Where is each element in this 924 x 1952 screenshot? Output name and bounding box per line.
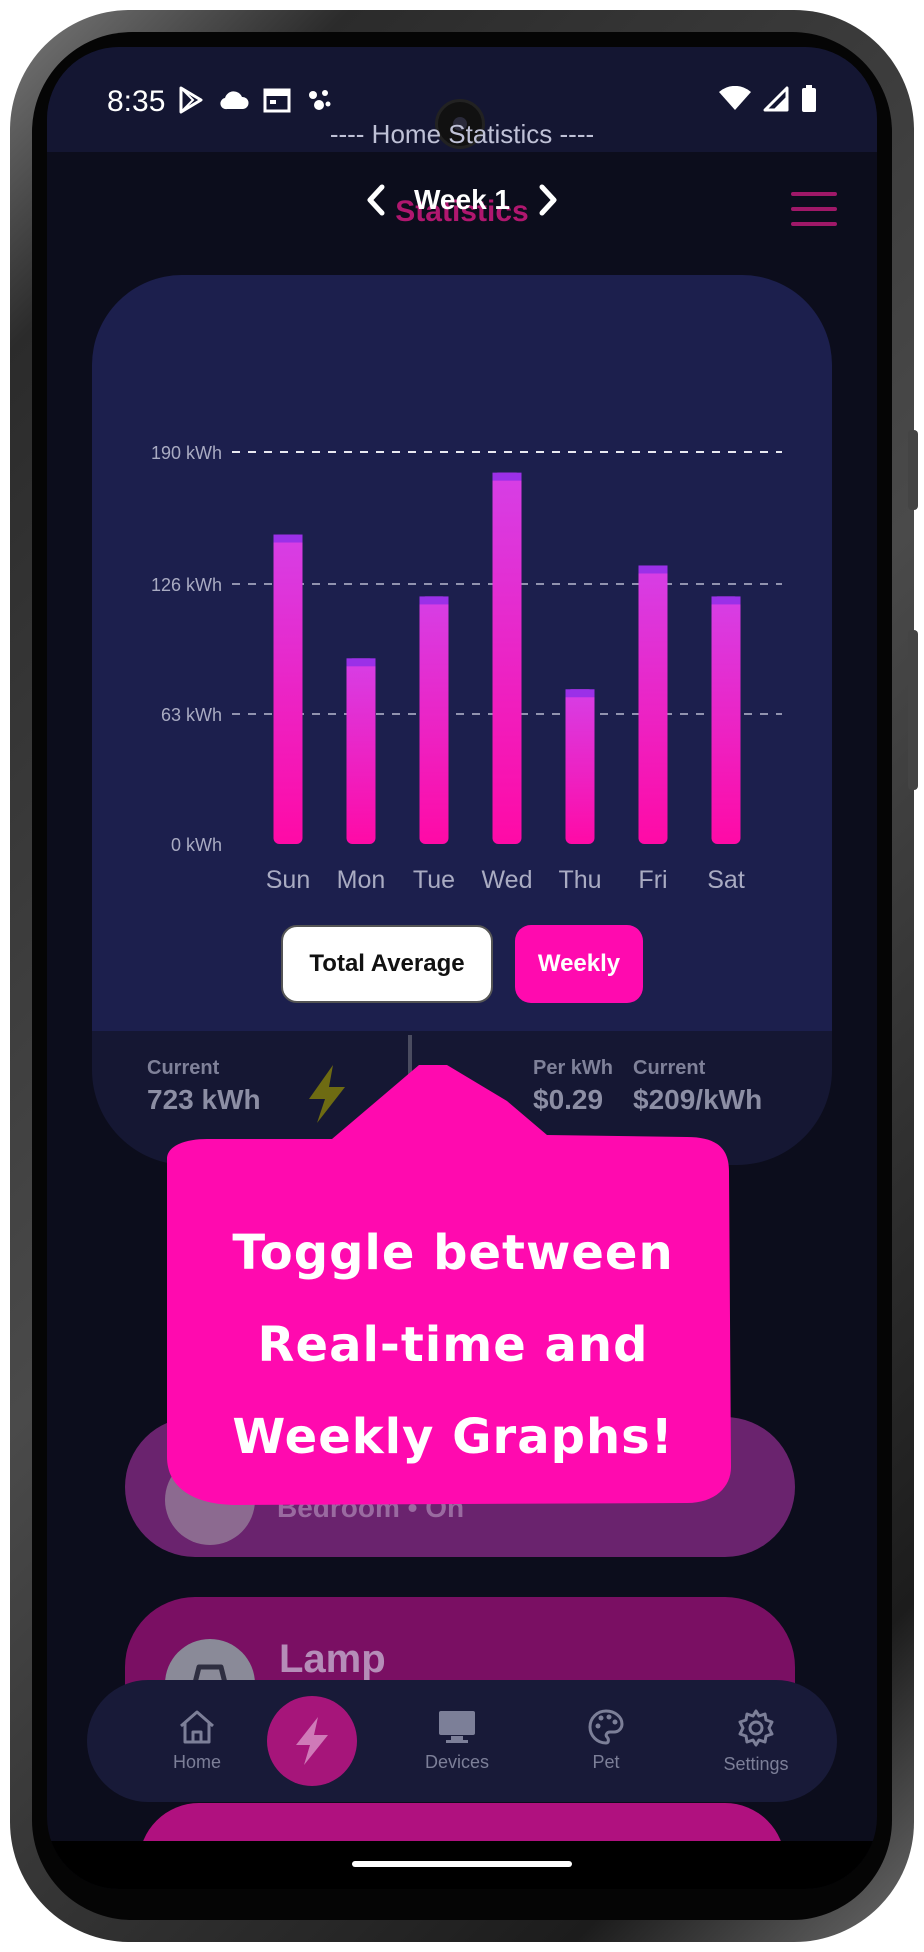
chart-bar[interactable] bbox=[492, 472, 522, 844]
volume-button bbox=[908, 630, 918, 790]
bolt-icon bbox=[309, 1065, 345, 1123]
nav-statistics[interactable] bbox=[267, 1696, 357, 1786]
chart-bar-cap bbox=[273, 534, 303, 543]
tip-text: Toggle between Real-time and Weekly Grap… bbox=[148, 1207, 758, 1483]
calendar-icon bbox=[263, 88, 291, 113]
chart-bar-cap bbox=[638, 565, 668, 574]
x-tick-label: Mon bbox=[337, 866, 386, 894]
total-average-button[interactable]: Total Average bbox=[281, 925, 493, 1003]
chart-bar[interactable] bbox=[711, 596, 741, 844]
chart-bar[interactable] bbox=[419, 596, 449, 844]
device-name: Lamp bbox=[279, 1637, 386, 1681]
current-cost-label: Current bbox=[633, 1057, 706, 1079]
chart-bar[interactable] bbox=[346, 658, 376, 844]
cloud-icon bbox=[220, 91, 249, 110]
per-kwh-stat: Per kWh $0.29 bbox=[533, 1057, 613, 1116]
home-indicator[interactable] bbox=[352, 1861, 572, 1867]
chart-bar[interactable] bbox=[565, 689, 595, 844]
battery-icon bbox=[802, 85, 816, 112]
current-usage-value: 723 kWh bbox=[147, 1084, 261, 1115]
tip-line-2: Real-time and bbox=[257, 1317, 649, 1373]
chevron-right-icon[interactable] bbox=[532, 183, 562, 217]
graph-toggle: Total Average Weekly bbox=[47, 925, 877, 1003]
nav-settings[interactable]: Settings bbox=[706, 1680, 806, 1802]
chart-bar-cap bbox=[492, 472, 522, 481]
gear-icon bbox=[738, 1709, 774, 1747]
signal-icon bbox=[763, 86, 789, 112]
y-tick-label: 0 kWh bbox=[171, 835, 222, 855]
chart-bar[interactable] bbox=[273, 534, 303, 844]
nav-pet-label: Pet bbox=[592, 1752, 620, 1772]
chart-bar-cap bbox=[419, 596, 449, 605]
nav-settings-label: Settings bbox=[723, 1754, 789, 1774]
nav-home[interactable]: Home bbox=[147, 1680, 247, 1802]
nav-devices-label: Devices bbox=[424, 1752, 490, 1772]
current-usage-label: Current bbox=[147, 1057, 220, 1079]
chevron-left-icon[interactable] bbox=[362, 183, 392, 217]
status-icons-right bbox=[719, 85, 817, 113]
tip-line-1: Toggle between bbox=[232, 1225, 674, 1281]
x-tick-label: Sun bbox=[266, 866, 310, 894]
chart-bar-cap bbox=[711, 596, 741, 605]
screen: 8:35 Statistics ---- Home Statistics ---… bbox=[47, 47, 877, 1889]
week-label: Week 1 bbox=[414, 184, 510, 215]
chart-bar[interactable] bbox=[638, 565, 668, 844]
current-usage-stat: Current 723 kWh bbox=[147, 1057, 261, 1116]
tip-line-3: Weekly Graphs! bbox=[232, 1409, 674, 1465]
status-time: 8:35 bbox=[107, 85, 166, 118]
power-button bbox=[908, 430, 918, 510]
current-cost-value: $209/kWh bbox=[633, 1084, 763, 1115]
y-tick-label: 126 kWh bbox=[151, 575, 222, 595]
current-cost-stat: Current $209/kWh bbox=[633, 1057, 762, 1116]
bolt-icon bbox=[296, 1717, 328, 1765]
y-tick-label: 190 kWh bbox=[151, 443, 222, 463]
chart-bar-cap bbox=[565, 689, 595, 698]
panel-title: ---- Home Statistics ---- bbox=[329, 119, 595, 149]
monitor-icon bbox=[439, 1711, 475, 1743]
device-subtitle: Bedroom • On bbox=[277, 1492, 465, 1523]
stats-divider bbox=[408, 1035, 412, 1141]
week-navigator: Week 1 bbox=[47, 175, 877, 225]
bottom-nav: Home Devices Pet Settings bbox=[87, 1680, 837, 1802]
y-tick-label: 63 kWh bbox=[161, 705, 222, 725]
nav-pet[interactable]: Pet bbox=[556, 1680, 656, 1802]
x-tick-label: Sat bbox=[707, 866, 745, 894]
palette-icon bbox=[588, 1709, 624, 1745]
x-tick-label: Fri bbox=[638, 866, 667, 894]
wifi-icon bbox=[719, 86, 751, 110]
x-tick-label: Tue bbox=[413, 866, 455, 894]
per-kwh-value: $0.29 bbox=[533, 1084, 604, 1115]
status-icons-left bbox=[177, 85, 333, 115]
weekly-button[interactable]: Weekly bbox=[515, 925, 643, 1003]
x-tick-label: Wed bbox=[482, 866, 533, 894]
nav-home-label: Home bbox=[172, 1752, 221, 1772]
assistant-dots-icon bbox=[309, 90, 331, 110]
home-icon bbox=[180, 1710, 214, 1744]
nav-devices[interactable]: Devices bbox=[407, 1680, 507, 1802]
chart-bar-cap bbox=[346, 658, 376, 667]
x-tick-label: Thu bbox=[558, 866, 601, 894]
play-store-icon bbox=[179, 86, 203, 114]
per-kwh-label: Per kWh bbox=[533, 1057, 614, 1079]
